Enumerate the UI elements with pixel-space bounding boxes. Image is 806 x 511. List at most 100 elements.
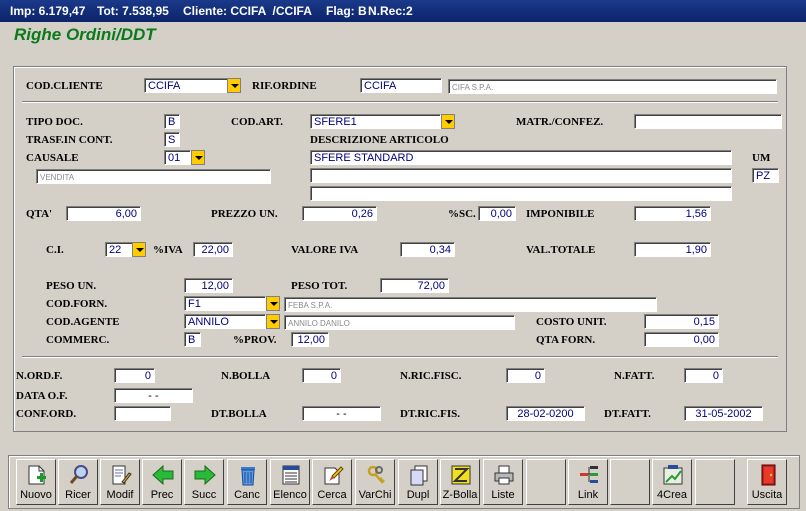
qta-forn-field[interactable]: 0,00 xyxy=(644,332,719,347)
duplicate-icon xyxy=(410,465,428,486)
label-prov: %PROV. xyxy=(233,334,277,346)
label-trasf-in-cont: TRASF.IN CONT. xyxy=(26,134,113,146)
matr-confez-field[interactable] xyxy=(634,114,782,129)
blank-button[interactable] xyxy=(695,459,735,505)
prec-button[interactable]: Prec xyxy=(142,459,182,505)
prov-field[interactable]: 12,00 xyxy=(291,332,329,347)
descrizione-line-3[interactable] xyxy=(310,186,732,201)
cod-forn-dropdown[interactable] xyxy=(266,296,280,311)
rif-ordine-field[interactable]: CCIFA xyxy=(360,78,442,93)
cod-cliente-field[interactable]: CCIFA xyxy=(144,78,228,93)
uscita-button[interactable]: Uscita xyxy=(747,459,787,505)
page-title: Righe Ordini/DDT xyxy=(14,25,156,44)
edit-document-icon xyxy=(112,465,132,485)
tipo-doc-field[interactable]: B xyxy=(164,114,180,129)
causale-description: VENDITA xyxy=(36,169,271,184)
label-sconto: %SC. xyxy=(448,208,476,220)
dupl-label: Dupl xyxy=(406,489,430,501)
varchi-button[interactable]: VarChi xyxy=(355,459,395,505)
n-ord-f-field[interactable]: 0 xyxy=(114,368,155,383)
commerc-field[interactable]: B xyxy=(184,332,201,347)
trasf-in-cont-field[interactable]: S xyxy=(164,132,180,147)
costo-unit-field[interactable]: 0,15 xyxy=(644,314,719,329)
separator xyxy=(22,356,778,358)
n-fatt-field[interactable]: 0 xyxy=(684,368,723,383)
prezzo-un-field[interactable]: 0,26 xyxy=(302,206,377,221)
z-bolla-button[interactable]: Z-Bolla xyxy=(440,459,480,505)
label-n-fatt: N.FATT. xyxy=(614,370,655,382)
title-imp: Imp: 6.179,47 xyxy=(10,4,86,18)
blank-button[interactable] xyxy=(526,459,566,505)
ci-field[interactable]: 22 xyxy=(105,242,133,257)
label-matr-confez: MATR./CONFEZ. xyxy=(516,116,604,128)
canc-button[interactable]: Canc xyxy=(227,459,267,505)
descrizione-line-1[interactable]: SFERE STANDARD xyxy=(310,150,732,165)
ricer-button[interactable]: Ricer xyxy=(58,459,98,505)
liste-button[interactable]: Liste xyxy=(483,459,523,505)
z-bolla-label: Z-Bolla xyxy=(442,489,478,501)
label-qta: QTA' xyxy=(26,208,53,220)
valore-iva-field[interactable]: 0,34 xyxy=(400,242,455,257)
title-nrec: N.Rec:2 xyxy=(368,4,413,18)
peso-tot-field[interactable]: 72,00 xyxy=(380,278,449,293)
crea4-label: 4Crea xyxy=(657,489,687,501)
causale-field[interactable]: 01 xyxy=(164,150,191,165)
label-cod-cliente: COD.CLIENTE xyxy=(26,80,103,92)
cod-agente-field[interactable]: ANNILO xyxy=(184,314,266,329)
cod-cliente-dropdown[interactable] xyxy=(227,78,241,93)
descrizione-line-2[interactable] xyxy=(310,168,732,183)
printer-icon xyxy=(494,465,514,485)
succ-label: Succ xyxy=(191,489,217,501)
nuovo-button[interactable]: Nuovo xyxy=(16,459,56,505)
n-ric-fisc-field[interactable]: 0 xyxy=(506,368,545,383)
separator xyxy=(22,101,778,103)
dupl-button[interactable]: Dupl xyxy=(398,459,438,505)
label-data-of: DATA O.F. xyxy=(16,390,68,402)
label-qta-forn: QTA FORN. xyxy=(536,334,596,346)
label-descrizione-articolo: DESCRIZIONE ARTICOLO xyxy=(310,134,449,146)
label-val-totale: VAL.TOTALE xyxy=(526,244,596,256)
elenco-button[interactable]: Elenco xyxy=(270,459,310,505)
label-conf-ord: CONF.ORD. xyxy=(16,408,77,420)
cod-art-dropdown[interactable] xyxy=(441,114,455,129)
cod-agente-dropdown[interactable] xyxy=(266,314,280,329)
label-causale: CAUSALE xyxy=(26,152,79,164)
modif-button[interactable]: Modif xyxy=(100,459,140,505)
sconto-field[interactable]: 0,00 xyxy=(478,206,516,221)
blank-button[interactable] xyxy=(610,459,650,505)
cod-forn-field[interactable]: F1 xyxy=(184,296,266,311)
find-icon xyxy=(324,466,344,485)
list-icon xyxy=(282,465,300,485)
iva-field[interactable]: 22,00 xyxy=(193,242,233,257)
prec-label: Prec xyxy=(150,489,174,501)
liste-label: Liste xyxy=(491,489,515,501)
label-cod-forn: COD.FORN. xyxy=(46,298,108,310)
varchi-label: VarChi xyxy=(358,489,392,501)
peso-un-field[interactable]: 12,00 xyxy=(184,278,233,293)
dt-bolla-field[interactable]: - - xyxy=(302,406,381,421)
label-peso-un: PESO UN. xyxy=(46,280,97,292)
label-cod-art: COD.ART. xyxy=(231,116,283,128)
crea4-button[interactable]: 4Crea xyxy=(652,459,692,505)
cerca-button[interactable]: Cerca xyxy=(312,459,352,505)
conf-ord-field[interactable] xyxy=(114,406,171,421)
data-of-field[interactable]: - - xyxy=(114,388,193,403)
cod-art-field[interactable]: SFERE1 xyxy=(310,114,441,129)
n-bolla-field[interactable]: 0 xyxy=(302,368,341,383)
label-tipo-doc: TIPO DOC. xyxy=(26,116,83,128)
label-n-ord-f: N.ORD.F. xyxy=(16,370,63,382)
val-totale-field[interactable]: 1,90 xyxy=(634,242,711,257)
causale-dropdown[interactable] xyxy=(191,150,205,165)
link-button[interactable]: Link xyxy=(568,459,608,505)
z-bolla-icon xyxy=(451,465,471,485)
qta-field[interactable]: 6,00 xyxy=(66,206,141,221)
succ-button[interactable]: Succ xyxy=(184,459,224,505)
dt-ric-fis-field[interactable]: 28-02-0200 xyxy=(506,406,585,421)
ci-dropdown[interactable] xyxy=(132,242,146,257)
um-field[interactable]: PZ xyxy=(752,168,779,183)
ricer-label: Ricer xyxy=(65,489,91,501)
dt-fatt-field[interactable]: 31-05-2002 xyxy=(684,406,763,421)
modif-label: Modif xyxy=(106,489,134,501)
exit-door-icon xyxy=(761,464,776,486)
imponibile-field[interactable]: 1,56 xyxy=(634,206,711,221)
